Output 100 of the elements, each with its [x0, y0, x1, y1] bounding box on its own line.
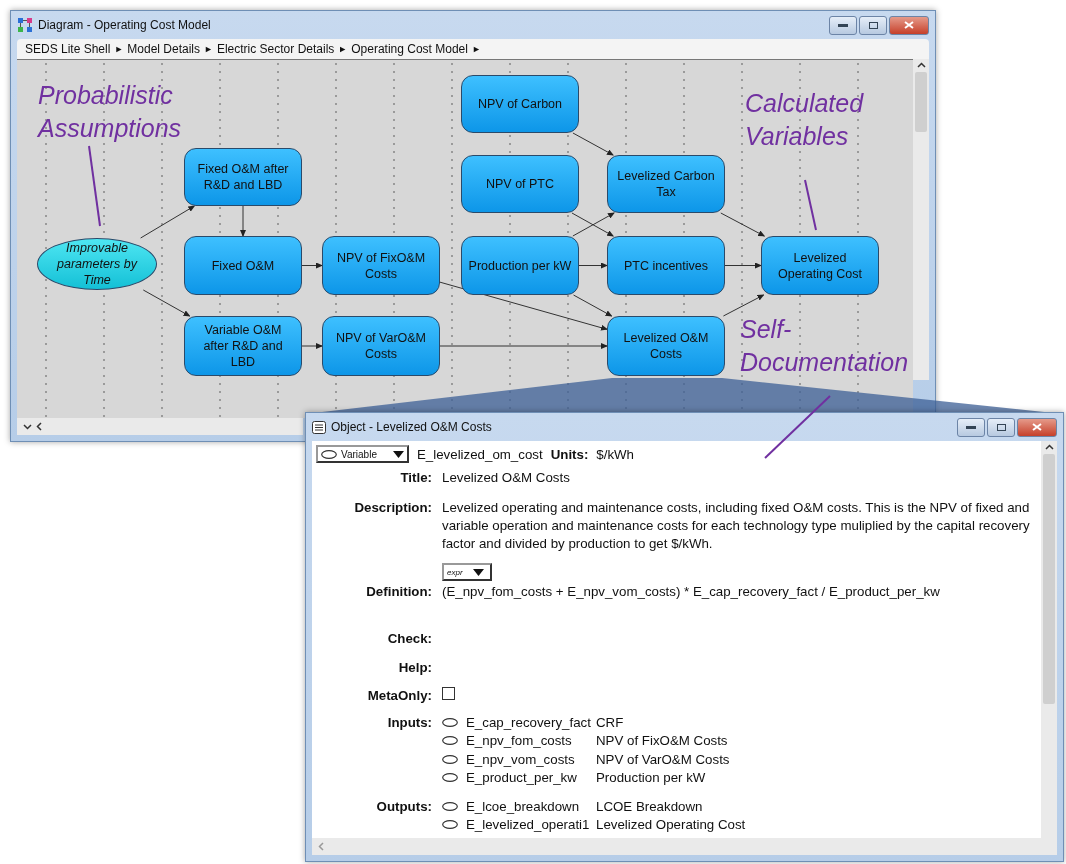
output-title: Levelized Operating Cost [596, 817, 746, 833]
annotation-text: Self-Documentation [740, 314, 910, 378]
oval-icon [442, 820, 458, 830]
maximize-button[interactable] [987, 417, 1015, 437]
crossing-arrows-drawing [571, 212, 615, 237]
units-label: Units: [550, 446, 589, 462]
field-label: Help: [397, 660, 432, 675]
annotation-text: Calculated Variables [745, 88, 865, 152]
window-title: Object - Levelized O&M Costs [331, 420, 492, 434]
maximize-icon [868, 21, 878, 29]
field-label: Description: [353, 500, 432, 517]
horizontal-scrollbar[interactable] [312, 838, 1057, 855]
expression-dropdown[interactable]: expr [442, 563, 492, 581]
oval-icon [442, 717, 458, 727]
diagram-icon [17, 17, 33, 33]
oval-icon [442, 736, 458, 746]
identifier-text: E_levelized_om_cost [417, 446, 543, 462]
scroll-up-icon[interactable] [916, 62, 926, 68]
description-text: Levelized operating and maintenance costs, including fixed O&M costs. This is the NPV of fixed and variable operation and maintenance costs for each technology type muliplied by the capital recovery factor and divided by production to get $/kWh. [442, 499, 1030, 553]
minimize-icon [966, 425, 976, 429]
scroll-thumb[interactable] [915, 72, 927, 132]
variable-node[interactable]: Levelized Carbon Tax [607, 155, 725, 213]
title-value: Levelized O&M Costs [442, 469, 571, 487]
variable-node[interactable]: Fixed O&M [184, 236, 302, 295]
breadcrumb-link[interactable]: Model Details [127, 42, 200, 56]
input-title: NPV of VarO&M Costs [596, 751, 730, 767]
breadcrumb-link[interactable]: Operating Cost Model [351, 42, 468, 56]
units-value: $/kWh [596, 446, 634, 462]
caret-icon [473, 568, 484, 576]
scroll-down-icon[interactable] [23, 423, 32, 430]
oval-icon [321, 449, 337, 459]
breadcrumb-separator: ► [471, 44, 481, 54]
variable-node[interactable]: NPV of VarO&M Costs [322, 316, 440, 376]
maximize-icon [996, 423, 1006, 431]
connector-arrow [140, 205, 196, 239]
connector-arrow [722, 294, 765, 317]
field-label: MetaOnly: [366, 688, 432, 703]
connector-arrow [720, 212, 766, 237]
field-label: Definition: [365, 584, 432, 601]
oval-icon [442, 801, 458, 811]
connector-arrow [240, 205, 246, 237]
object-icon [312, 420, 326, 434]
minimize-button[interactable] [957, 417, 985, 437]
field-label: Check: [386, 631, 432, 646]
input-title: Production per kW [596, 770, 706, 786]
input-identifier[interactable]: E_product_per_kw [466, 770, 596, 786]
variable-node[interactable]: NPV of Carbon [461, 75, 579, 133]
field-label: Title: [399, 470, 432, 487]
variable-node[interactable]: PTC incentives [607, 236, 725, 295]
minimize-button[interactable] [829, 15, 857, 35]
connector-arrow [572, 132, 614, 156]
field-label: Inputs: [386, 715, 432, 732]
variable-node[interactable]: Variable O&M after R&D and LBD [184, 316, 302, 376]
vertical-scrollbar[interactable] [1041, 441, 1057, 838]
breadcrumb-link[interactable]: SEDS Lite Shell [25, 42, 111, 56]
output-identifier[interactable]: E_lcoe_breakdown [466, 798, 596, 814]
vertical-scrollbar[interactable] [913, 59, 929, 380]
definition-text: (E_npv_fom_costs + E_npv_vom_costs) * E_cap_recovery_fact / E_product_per_kw [442, 583, 941, 601]
close-button[interactable] [889, 15, 929, 35]
variable-node[interactable]: Levelized O&M Costs [607, 316, 725, 376]
breadcrumb-separator: ► [338, 44, 348, 54]
maximize-button[interactable] [859, 15, 887, 35]
variable-node[interactable]: Production per kW [461, 236, 579, 295]
breadcrumb-link[interactable]: Electric Sector Details [216, 42, 335, 56]
connector-arrow [301, 262, 323, 269]
connector-arrow [578, 262, 608, 269]
variable-node[interactable]: NPV of PTC [461, 155, 579, 213]
close-button[interactable] [1017, 417, 1057, 437]
variable-node[interactable]: Levelized Operating Cost [761, 236, 879, 295]
class-dropdown[interactable]: Variable [316, 445, 409, 463]
input-identifier[interactable]: E_cap_recovery_fact [466, 714, 596, 730]
oval-icon [442, 754, 458, 764]
connector-arrow [142, 289, 191, 317]
scroll-left-icon[interactable] [36, 422, 42, 431]
minimize-icon [838, 23, 848, 27]
variable-node[interactable]: NPV of FixO&M Costs [322, 236, 440, 295]
connector-arrow [301, 343, 323, 349]
input-identifier[interactable]: E_npv_vom_costs [466, 751, 596, 767]
close-icon [1032, 423, 1042, 431]
breadcrumb-separator: ► [204, 44, 213, 54]
field-label: Outputs: [375, 799, 432, 816]
input-title: CRF [596, 714, 624, 730]
variable-node[interactable]: Fixed O&M after R&D and LBD [184, 148, 302, 206]
window-title: Diagram - Operating Cost Model [38, 18, 211, 32]
output-title: LCOE Breakdown [596, 798, 703, 814]
metaonly-checkbox[interactable] [442, 687, 455, 700]
oval-icon [442, 773, 458, 783]
annotation-text: Probabilistic Assumptions [38, 80, 183, 144]
caret-icon [393, 450, 404, 458]
leader-line [764, 395, 831, 459]
chance-node[interactable]: Improvable parameters by Time [37, 238, 157, 290]
scroll-up-icon[interactable] [1044, 444, 1054, 450]
breadcrumb-separator: ► [114, 44, 124, 54]
horizontal-scrollbar[interactable] [17, 418, 303, 435]
leader-line [804, 179, 817, 231]
output-identifier[interactable]: E_levelized_operati1 [466, 817, 596, 833]
input-identifier[interactable]: E_npv_fom_costs [466, 733, 596, 749]
scroll-thumb[interactable] [1043, 454, 1055, 704]
input-title: NPV of FixO&M Costs [596, 733, 728, 749]
close-icon [904, 21, 914, 29]
